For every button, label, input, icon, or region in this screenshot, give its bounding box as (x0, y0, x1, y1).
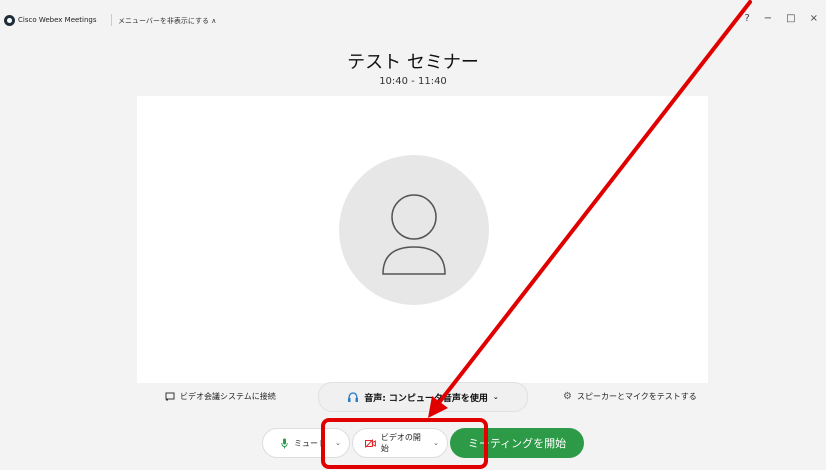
app-name: Cisco Webex Meetings (18, 16, 97, 24)
audio-option-label: 音声: コンピュータ音声を使用 (364, 393, 488, 404)
maximize-icon[interactable]: □ (786, 13, 795, 24)
webex-preview-window: Cisco Webex Meetings メニューバーを非表示にする ∧ ? −… (0, 0, 826, 470)
connect-video-system-button[interactable]: ビデオ会議システムに接続 (165, 391, 276, 402)
gear-icon: ⚙ (563, 391, 572, 402)
meeting-time: 10:40 - 11:40 (379, 76, 447, 87)
user-avatar-icon (339, 155, 489, 305)
title-bar: Cisco Webex Meetings メニューバーを非表示にする ∧ ? −… (0, 0, 826, 40)
test-speaker-mic-label: スピーカーとマイクをテストする (576, 392, 697, 401)
test-speaker-mic-button[interactable]: ⚙ スピーカーとマイクをテストする (563, 391, 697, 402)
divider (111, 14, 112, 26)
cast-icon (165, 392, 175, 401)
meeting-title: テスト セミナー (347, 52, 479, 73)
microphone-icon (281, 438, 288, 448)
audio-option-dropdown[interactable]: 音声: コンピュータ音声を使用 ⌄ (318, 382, 528, 412)
help-icon[interactable]: ? (744, 13, 749, 24)
window-controls: ? − □ × (744, 13, 818, 24)
webex-logo-icon (4, 15, 15, 26)
minimize-icon[interactable]: − (764, 13, 772, 24)
headset-icon (348, 391, 359, 402)
annotation-highlight-box (321, 418, 488, 469)
close-icon[interactable]: × (810, 13, 818, 24)
connect-video-system-label: ビデオ会議システムに接続 (180, 392, 276, 401)
chevron-down-icon: ⌄ (492, 393, 499, 401)
hide-menubar-toggle[interactable]: メニューバーを非表示にする ∧ (118, 16, 216, 26)
